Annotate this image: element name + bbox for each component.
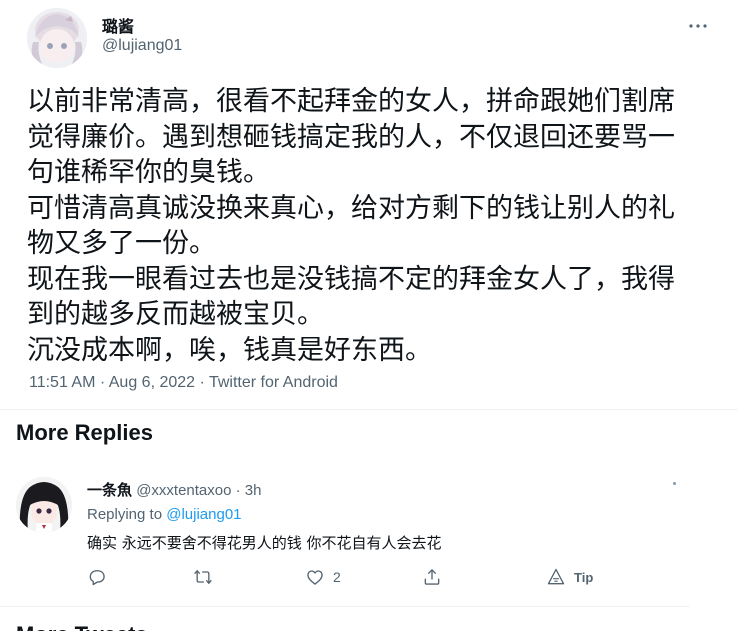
bottom-partial-section: More Tweets <box>0 612 738 631</box>
tip-label: Tip <box>574 569 594 585</box>
more-icon[interactable] <box>673 482 676 485</box>
more-replies-heading: More Replies <box>16 420 153 445</box>
tweet-text: 以前非常清高，很看不起拜金的女人，拼命跟她们割席 觉得廉价。遇到想砸钱搞定我的人… <box>27 86 675 366</box>
like-button[interactable]: 2 <box>305 567 341 587</box>
avatar[interactable] <box>16 477 72 533</box>
tweet-timestamp[interactable]: 11:51 AM · Aug 6, 2022 · Twitter for And… <box>29 374 338 392</box>
reply-header: 一条魚 @xxxtentaxoo · 3h <box>87 479 261 500</box>
main-tweet[interactable]: 璐酱 @lujiang01 以前非常清高，很看不起拜金的女人，拼命跟她们割席 觉… <box>0 0 738 410</box>
more-icon[interactable] <box>686 14 710 38</box>
tip-button[interactable]: Tip <box>546 567 593 587</box>
replying-to-prefix: Replying to <box>87 506 167 523</box>
reply-author-handle[interactable]: @xxxtentaxoo · 3h <box>136 482 261 499</box>
author-handle[interactable]: @lujiang01 <box>102 37 182 55</box>
replying-to-link[interactable]: @lujiang01 <box>166 506 241 523</box>
like-count: 2 <box>333 569 341 585</box>
reply-icon <box>89 570 105 586</box>
reply-tweet[interactable]: 一条魚 @xxxtentaxoo · 3h Replying to @lujia… <box>0 465 690 607</box>
reply-author-name[interactable]: 一条魚 <box>87 481 132 499</box>
replying-to: Replying to @lujiang01 <box>87 506 242 523</box>
tip-icon <box>547 568 565 585</box>
like-icon <box>307 570 323 585</box>
reply-button[interactable] <box>87 567 107 587</box>
reply-text: 确实 永远不要舍不得花男人的钱 你不花自有人会去花 <box>87 534 442 552</box>
author-name[interactable]: 璐酱 <box>102 13 134 37</box>
retweet-icon <box>194 569 212 585</box>
share-button[interactable] <box>422 567 442 587</box>
more-tweets-heading: More Tweets <box>16 622 148 631</box>
retweet-button[interactable] <box>193 567 213 587</box>
share-icon <box>424 568 440 585</box>
avatar[interactable] <box>27 8 87 68</box>
